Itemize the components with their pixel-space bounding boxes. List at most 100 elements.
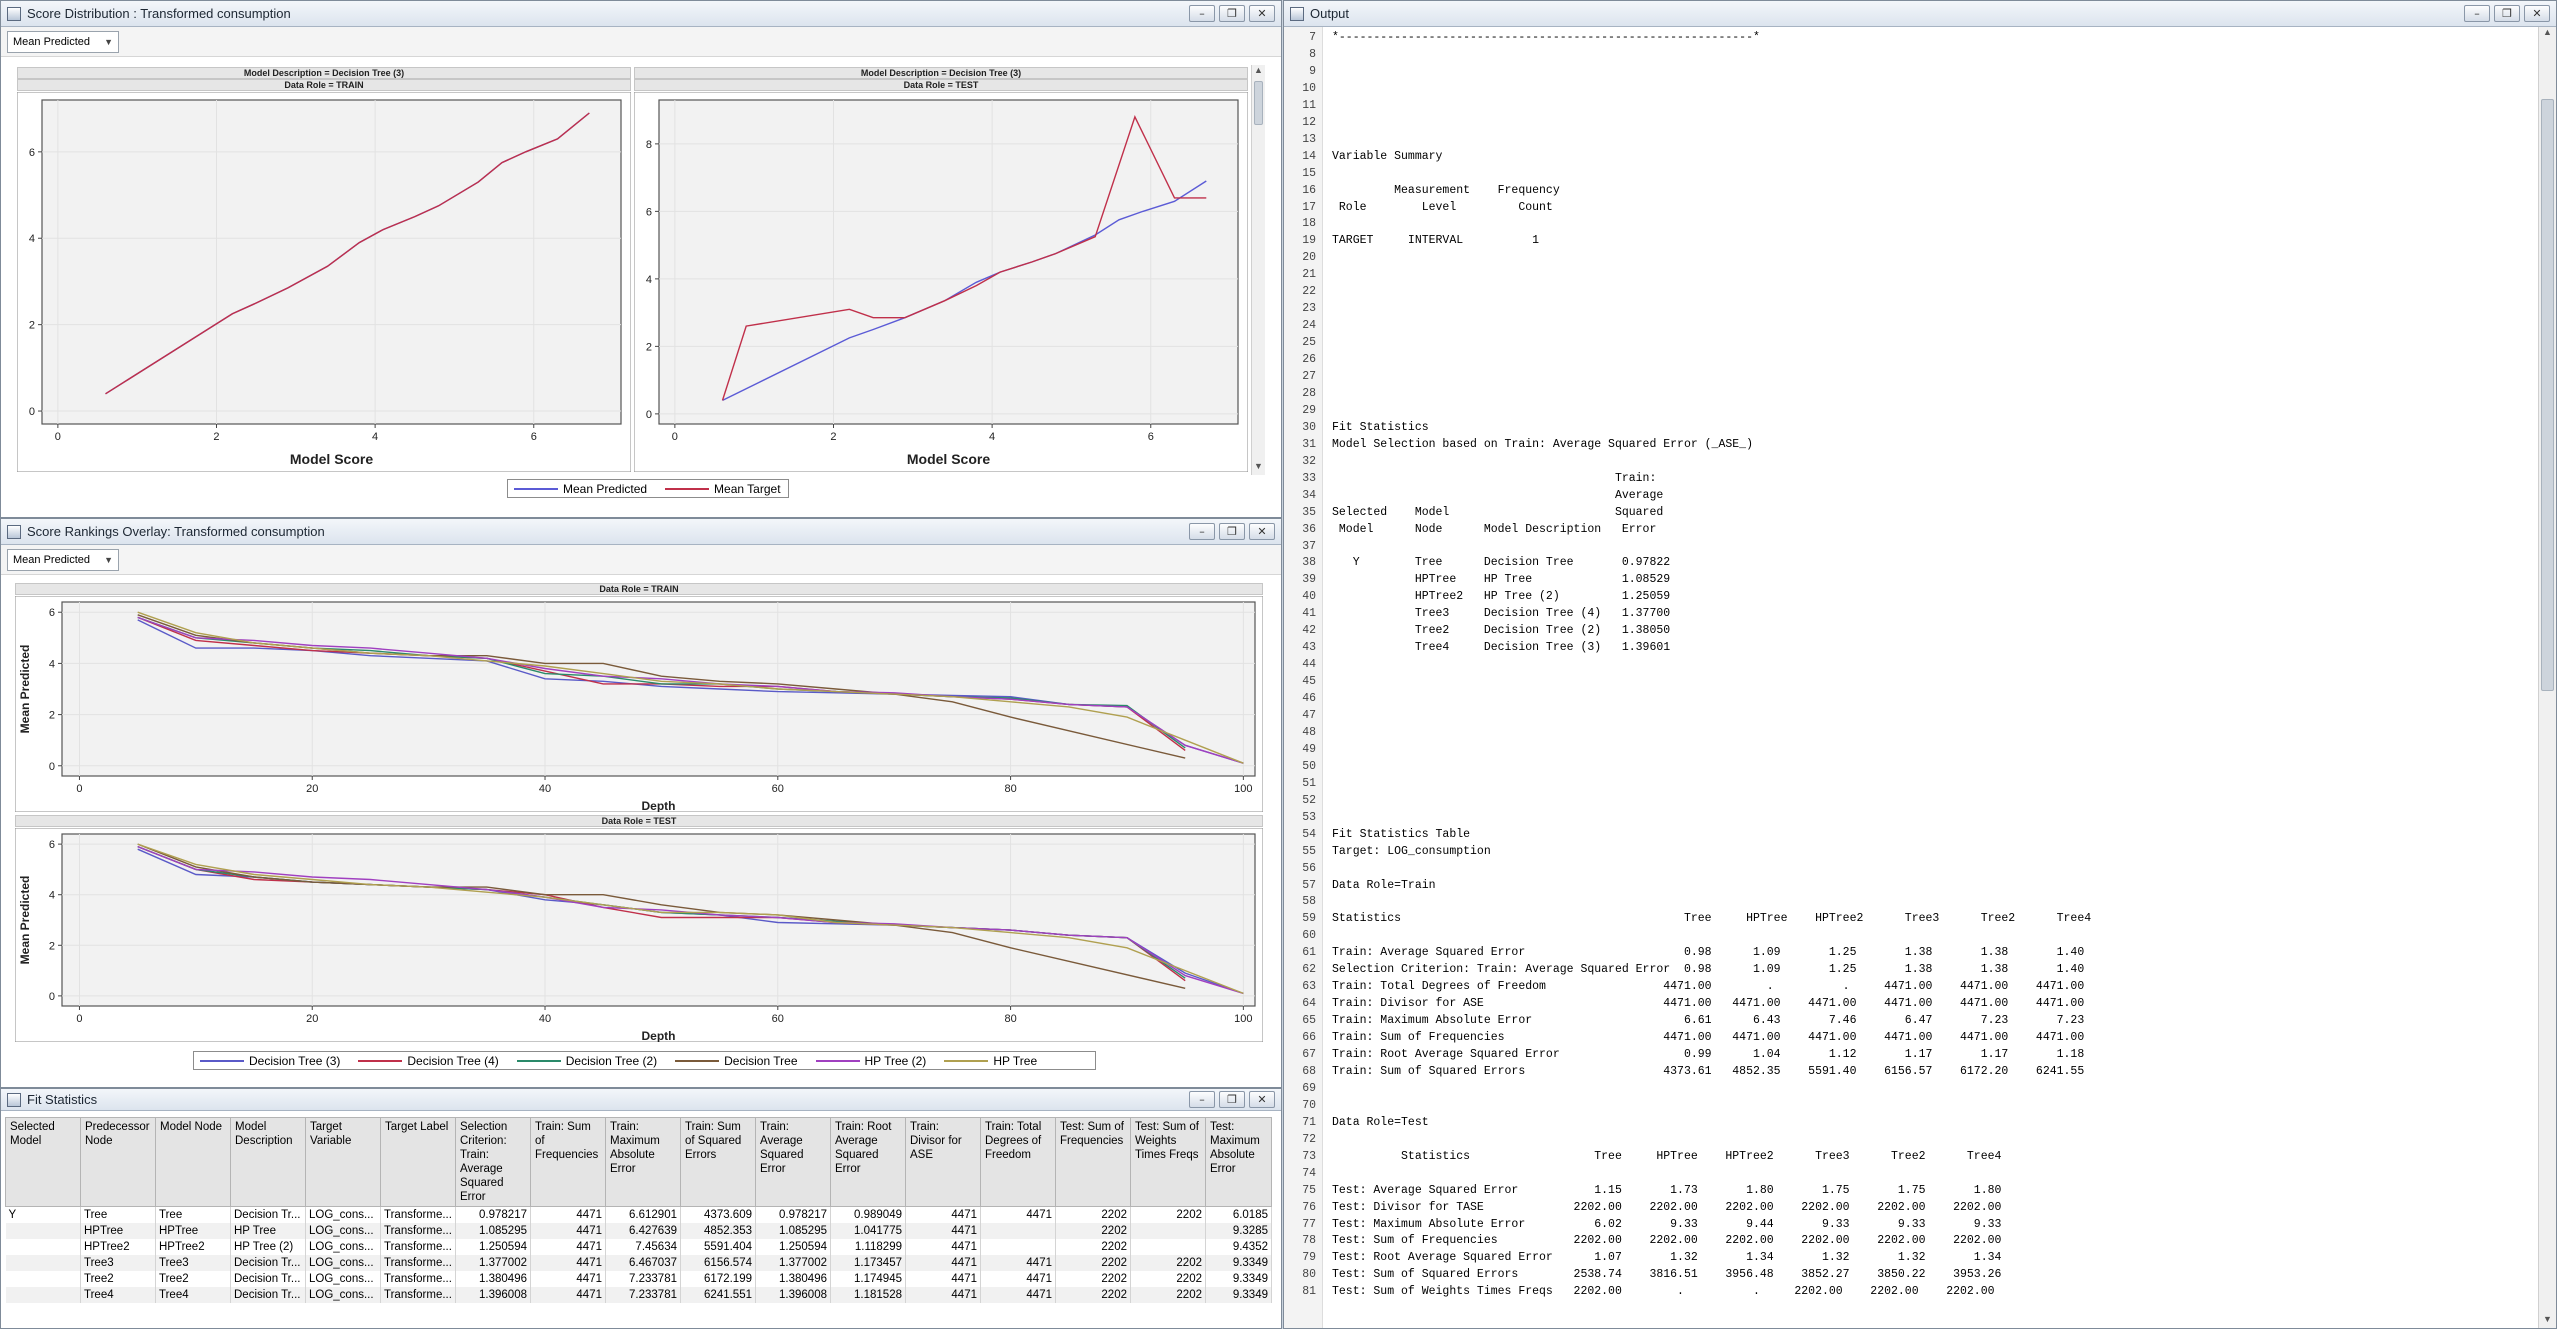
y-tick-label: 6: [646, 206, 652, 218]
line-number: 73: [1302, 1149, 1316, 1163]
line-number: 31: [1302, 437, 1316, 451]
window-title: Output: [1310, 6, 1350, 21]
line-number: 70: [1302, 1098, 1316, 1112]
column-header[interactable]: Target Label: [380, 1117, 456, 1207]
table-header-row: Selected Model Predecessor Node Model Node…: [5, 1117, 1272, 1207]
chevron-down-icon: ▼: [104, 36, 113, 47]
table-row[interactable]: HPTree HPTree HP Tree LOG_cons... Transforme…: [5, 1223, 1272, 1239]
table-cell: Transforme...: [380, 1271, 456, 1287]
column-header[interactable]: Model Description: [230, 1117, 306, 1207]
line-number: 8: [1309, 47, 1316, 61]
table-cell: 4471: [905, 1271, 981, 1287]
score-distribution-scrollbar[interactable]: ▲ ▼: [1251, 65, 1265, 475]
output-line: Test: Maximum Absolute Error 6.02 9.33 9…: [1332, 1217, 2002, 1231]
column-header[interactable]: Predecessor Node: [80, 1117, 156, 1207]
score-distribution-titlebar[interactable]: Score Distribution : Transformed consump…: [1, 1, 1281, 27]
column-header[interactable]: Test: Sum of Frequencies: [1055, 1117, 1131, 1207]
y-tick-label: 2: [646, 341, 652, 353]
table-cell: Tree2: [155, 1271, 231, 1287]
scroll-up-icon[interactable]: ▲: [1252, 65, 1265, 79]
column-header[interactable]: Train: Total Degrees of Freedom: [980, 1117, 1056, 1207]
scrollbar-thumb[interactable]: [2541, 99, 2554, 691]
output-line: Train: Sum of Frequencies 4471.00 4471.0…: [1332, 1031, 2085, 1045]
line-number: 30: [1302, 420, 1316, 434]
table-row[interactable]: Tree3 Tree3 Decision Tr... LOG_cons... Trans…: [5, 1255, 1272, 1271]
scroll-down-icon[interactable]: ▼: [1252, 461, 1265, 475]
minimize-icon[interactable]: –: [2464, 5, 2490, 22]
restore-icon[interactable]: ❐: [1219, 5, 1245, 22]
table-row[interactable]: Tree4 Tree4 Decision Tr... LOG_cons... Trans…: [5, 1287, 1272, 1303]
output-line: Test: Divisor for TASE 2202.00 2202.00 2…: [1332, 1200, 2002, 1214]
column-header[interactable]: Train: Divisor for ASE: [905, 1117, 981, 1207]
table-cell: 1.174945: [830, 1271, 906, 1287]
legend-swatch: [675, 1059, 720, 1062]
close-icon[interactable]: ✕: [1249, 5, 1275, 22]
legend-label: Decision Tree (3): [249, 1053, 341, 1068]
y-tick-label: 4: [49, 658, 55, 670]
close-icon[interactable]: ✕: [1249, 523, 1275, 540]
restore-icon[interactable]: ❐: [1219, 1091, 1245, 1108]
test-model-header: Model Description = Decision Tree (3): [634, 67, 1248, 79]
table-cell: Tree: [80, 1206, 156, 1223]
line-number: 22: [1302, 285, 1316, 299]
table-row[interactable]: Y Tree Tree Decision Tr... LOG_cons... Transf…: [5, 1206, 1272, 1223]
column-header[interactable]: Train: Average Squared Error: [755, 1117, 831, 1207]
column-header[interactable]: Model Node: [155, 1117, 231, 1207]
column-header[interactable]: Selected Model: [5, 1117, 81, 1207]
scroll-down-icon[interactable]: ▼: [2539, 1314, 2556, 1328]
x-tick-label: 60: [772, 1013, 784, 1025]
column-header[interactable]: Train: Sum of Squared Errors: [680, 1117, 756, 1207]
line-number: 26: [1302, 353, 1316, 367]
column-header[interactable]: Train: Root Average Squared Error: [830, 1117, 906, 1207]
column-header[interactable]: Selection Criterion: Train: Average Squa…: [455, 1117, 531, 1207]
y-tick-label: 8: [646, 139, 652, 151]
output-line: Target: LOG_consumption: [1332, 844, 1491, 858]
table-cell: HPTree2: [80, 1239, 156, 1255]
column-header[interactable]: Test: Maximum Absolute Error: [1205, 1117, 1272, 1207]
close-icon[interactable]: ✕: [2524, 5, 2550, 22]
output-titlebar[interactable]: Output – ❐ ✕: [1284, 1, 2556, 27]
legend-swatch: [665, 487, 710, 490]
table-body: Y Tree Tree Decision Tr... LOG_cons... Transf…: [5, 1206, 1272, 1303]
line-number: 32: [1302, 454, 1316, 468]
score-rankings-titlebar[interactable]: Score Rankings Overlay: Transformed cons…: [1, 519, 1281, 545]
y-tick-label: 6: [49, 607, 55, 619]
column-header[interactable]: Test: Sum of Weights Times Freqs: [1130, 1117, 1206, 1207]
output-line: Train: Sum of Squared Errors 4373.61 485…: [1332, 1064, 2085, 1078]
legend-label: Decision Tree: [724, 1053, 798, 1068]
statistic-dropdown[interactable]: Mean Predicted ▼: [7, 30, 119, 53]
column-header[interactable]: Target Variable: [305, 1117, 381, 1207]
table-row[interactable]: HPTree2 HPTree2 HP Tree (2) LOG_cons... Tran…: [5, 1239, 1272, 1255]
output-scrollbar[interactable]: ▲ ▼: [2538, 27, 2556, 1328]
close-icon[interactable]: ✕: [1249, 1091, 1275, 1108]
restore-icon[interactable]: ❐: [1219, 523, 1245, 540]
output-text-area[interactable]: 7 *--------------------------------------…: [1284, 27, 2538, 1328]
output-line: Statistics Tree HPTree HPTree2 Tree3 Tre…: [1332, 1149, 2002, 1163]
minimize-icon[interactable]: –: [1189, 523, 1215, 540]
table-cell: 1.396008: [755, 1287, 831, 1303]
scroll-up-icon[interactable]: ▲: [2539, 27, 2556, 41]
output-line: Data Role=Train: [1332, 878, 1436, 892]
table-row[interactable]: Tree2 Tree2 Decision Tr... LOG_cons... Trans…: [5, 1271, 1272, 1287]
table-cell: 6156.574: [680, 1255, 756, 1271]
legend-label: HP Tree: [993, 1053, 1038, 1068]
column-header[interactable]: Train: Sum of Frequencies: [530, 1117, 606, 1207]
y-tick-label: 2: [49, 940, 55, 952]
scrollbar-thumb[interactable]: [1254, 81, 1263, 125]
line-number: 9: [1309, 64, 1316, 78]
statistic-dropdown[interactable]: Mean Predicted ▼: [7, 548, 119, 571]
output-line: *---------------------------------------…: [1332, 31, 1760, 44]
legend-item: Decision Tree (3): [200, 1054, 340, 1068]
restore-icon[interactable]: ❐: [2494, 5, 2520, 22]
table-cell: 1.396008: [455, 1287, 531, 1303]
statistic-dropdown-value: Mean Predicted: [13, 35, 91, 48]
line-number: 14: [1302, 149, 1316, 163]
minimize-icon[interactable]: –: [1189, 5, 1215, 22]
legend-item: Decision Tree (2): [516, 1054, 657, 1068]
legend-label: Mean Target: [714, 481, 781, 496]
column-header[interactable]: Train: Maximum Absolute Error: [605, 1117, 681, 1207]
score-rankings-toolbar: Mean Predicted ▼: [1, 545, 1281, 575]
fit-statistics-titlebar[interactable]: Fit Statistics – ❐ ✕: [1, 1089, 1281, 1111]
minimize-icon[interactable]: –: [1189, 1091, 1215, 1108]
table-cell: 4471: [980, 1271, 1056, 1287]
